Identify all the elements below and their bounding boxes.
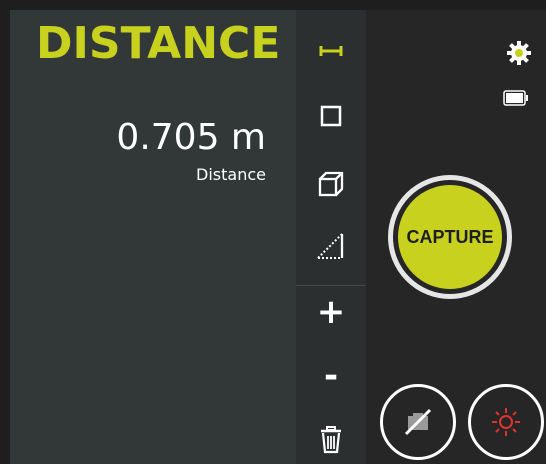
capture-label: CAPTURE	[398, 185, 502, 289]
add-icon: +	[316, 292, 346, 332]
control-panel: CAPTURE	[366, 10, 546, 464]
flash-off-icon	[404, 408, 432, 436]
measurement-value: 0.705 m	[116, 117, 266, 158]
capture-button[interactable]: CAPTURE	[388, 175, 512, 299]
gear-icon	[507, 41, 531, 65]
measurement-panel: DISTANCE 0.705 m Distance	[10, 10, 296, 464]
tool-column: + -	[296, 10, 366, 464]
area-tool-button[interactable]	[296, 92, 366, 140]
tool-divider	[296, 285, 366, 286]
light-button[interactable]	[468, 384, 544, 460]
measurement-label: Distance	[196, 165, 266, 184]
distance-tool-icon	[319, 46, 343, 56]
flash-off-button[interactable]	[380, 384, 456, 460]
volume-tool-button[interactable]	[296, 160, 366, 208]
sun-icon	[492, 408, 520, 436]
settings-button[interactable]	[506, 40, 532, 66]
mode-title: DISTANCE	[36, 18, 281, 69]
add-point-button[interactable]: +	[296, 288, 366, 336]
distance-tool-button[interactable]	[296, 27, 366, 75]
delete-button[interactable]	[296, 416, 366, 464]
area-tool-icon	[320, 105, 342, 127]
app-frame: DISTANCE 0.705 m Distance + - CAPTURE	[0, 0, 546, 464]
volume-tool-icon	[318, 171, 344, 197]
battery-icon	[503, 90, 529, 106]
remove-point-button[interactable]: -	[296, 352, 366, 400]
minus-icon: -	[323, 356, 339, 396]
trash-icon	[321, 426, 341, 454]
angle-tool-icon	[317, 233, 344, 259]
angle-tool-button[interactable]	[296, 222, 366, 270]
